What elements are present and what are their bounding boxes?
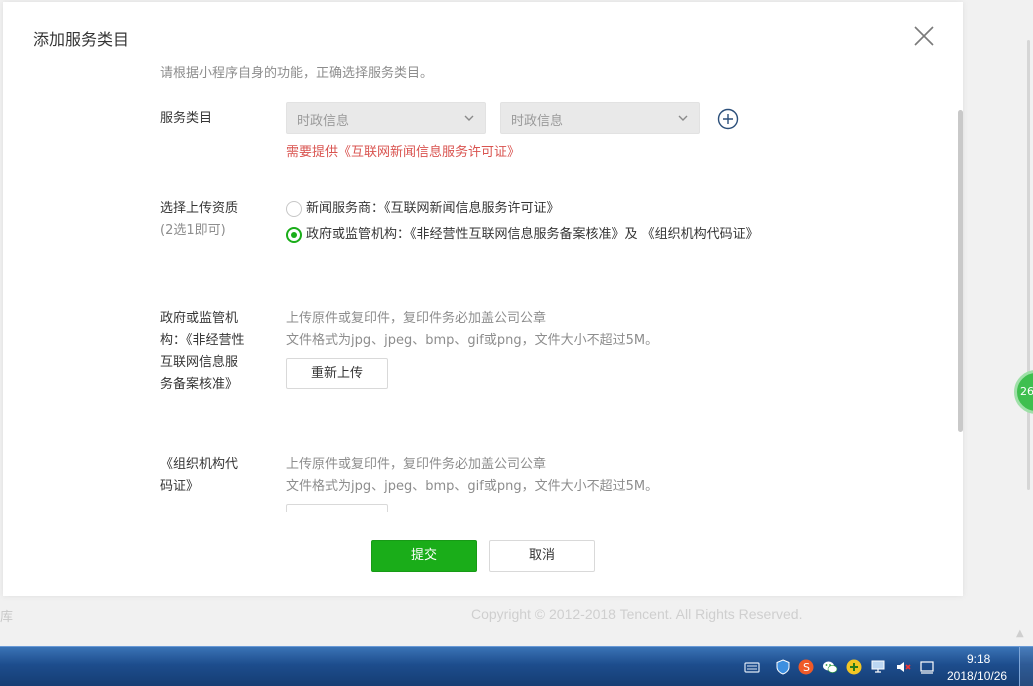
qualification-label-text: 选择上传资质 <box>160 201 239 216</box>
scroll-top-icon[interactable]: ▲ <box>1016 628 1024 639</box>
add-service-category-dialog: 添加服务类目 请根据小程序自身的功能，正确选择服务类目。 服务类目 时政信息 时… <box>3 2 963 596</box>
volume-mute-icon[interactable] <box>895 659 911 675</box>
category-select-secondary-value: 时政信息 <box>511 114 564 129</box>
category-select-secondary[interactable]: 时政信息 <box>500 102 700 134</box>
close-icon[interactable] <box>912 24 936 48</box>
reupload-button[interactable]: 重新上传 <box>286 358 388 389</box>
show-desktop-button[interactable] <box>1019 647 1033 686</box>
dialog-title: 添加服务类目 <box>33 30 130 49</box>
svg-text:S: S <box>803 661 810 674</box>
dialog-body: 请根据小程序自身的功能，正确选择服务类目。 服务类目 时政信息 时政信息 需要提… <box>3 56 953 512</box>
radio-government-label[interactable]: 政府或监管机构：《非经营性互联网信息服务备案核准》及 《组织机构代码证》 <box>306 224 781 246</box>
qualification-label: 选择上传资质 (2选1即可) <box>160 198 250 242</box>
clock-time[interactable]: 9:18 <box>967 652 990 666</box>
dialog-hint: 请根据小程序自身的功能，正确选择服务类目。 <box>160 66 434 81</box>
taskbar: S 9:18 2018/10/26 <box>0 646 1033 686</box>
upload-org-code-note-1: 上传原件或复印件，复印件务必加盖公司公章 <box>286 457 547 472</box>
plus-icon[interactable] <box>846 659 862 675</box>
add-category-icon[interactable] <box>717 108 739 130</box>
cancel-button[interactable]: 取消 <box>489 540 595 572</box>
chevron-down-icon <box>678 115 688 121</box>
category-select-primary[interactable]: 时政信息 <box>286 102 486 134</box>
page-scrollbar[interactable] <box>1027 40 1030 490</box>
upload-gov-label: 政府或监管机构：《非经营性互联网信息服务备案核准》 <box>160 311 245 392</box>
copyright-text: Copyright © 2012-2018 Tencent. All Right… <box>471 606 803 622</box>
qualification-sub-label: (2选1即可) <box>160 223 226 238</box>
keyboard-icon[interactable] <box>744 659 760 675</box>
wechat-icon[interactable] <box>822 659 838 675</box>
service-category-label: 服务类目 <box>160 111 213 126</box>
upload-org-code-label: 《组织机构代码证》 <box>160 457 239 494</box>
action-center-icon[interactable] <box>919 659 935 675</box>
radio-news-provider[interactable] <box>286 201 302 217</box>
dialog-scrollbar[interactable] <box>958 110 963 432</box>
radio-government[interactable] <box>286 227 302 243</box>
shield-icon[interactable] <box>775 659 791 675</box>
upload-gov-note-2: 文件格式为jpg、jpeg、bmp、gif或png，文件大小不超过5M。 <box>286 333 659 348</box>
background-text: 库 <box>0 610 14 625</box>
sogou-icon[interactable]: S <box>798 659 814 675</box>
upload-org-code-note-2: 文件格式为jpg、jpeg、bmp、gif或png，文件大小不超过5M。 <box>286 479 659 494</box>
chevron-down-icon <box>464 115 474 121</box>
clock-date[interactable]: 2018/10/26 <box>947 669 1007 683</box>
upload-org-code-button[interactable] <box>286 504 388 512</box>
radio-news-provider-label[interactable]: 新闻服务商：《互联网新闻信息服务许可证》 <box>306 198 786 220</box>
submit-button[interactable]: 提交 <box>371 540 477 572</box>
category-select-primary-value: 时政信息 <box>297 114 350 129</box>
network-icon[interactable] <box>870 659 886 675</box>
license-warning: 需要提供《互联网新闻信息服务许可证》 <box>286 145 521 160</box>
upload-gov-note-1: 上传原件或复印件，复印件务必加盖公司公章 <box>286 311 547 326</box>
